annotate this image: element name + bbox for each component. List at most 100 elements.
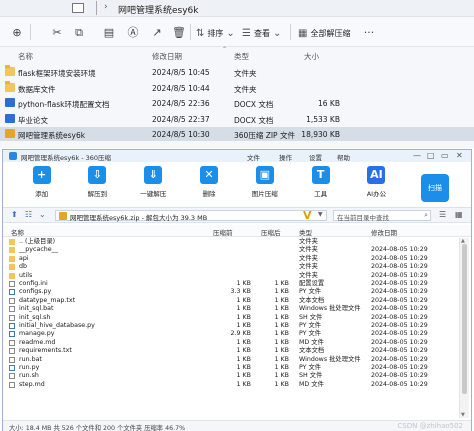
file-size: 16 KB [318,99,340,108]
scroll-down-icon[interactable]: ▼ [461,412,465,418]
ribbon-button-extract[interactable]: ⇩ 解压到 [77,166,117,206]
close-icon[interactable]: ✕ [456,151,463,160]
file-row[interactable]: 数据库文件 2024/8/5 10:44 文件夹 [0,80,474,95]
extract-all-button[interactable]: ▦ 全部解压缩 [298,26,350,40]
up-arrow-icon[interactable]: ⬆ [11,210,18,219]
zip-entry-row[interactable]: init_sql.bat 1 KB 1 KB Windows 批处理文件 2024-08… [3,305,459,313]
share-icon[interactable]: ↗ [150,26,164,40]
zip-entry-row[interactable]: requirements.txt 1 KB 1 KB 文本文档 2024-08-05 1… [3,347,459,355]
zip-entry-row[interactable]: run.py 1 KB 1 KB PY 文件 2024-08-05 10:29 [3,364,459,372]
file-icon [9,297,15,304]
file-type: 文件夹 [234,84,257,94]
address-text: 网吧管理系统esy6k.zip - 解包大小为 39.3 MB [70,214,208,222]
restore-icon[interactable]: ▭ [441,151,449,160]
more-icon[interactable]: ··· [362,26,376,40]
address-field[interactable]: 网吧管理系统esy6k.zip - 解包大小为 39.3 MB V ▼ [55,209,327,222]
entry-name: manage.py [19,330,55,338]
zip-entry-row[interactable]: db 文件夹 2024-08-05 10:29 [3,263,459,271]
zip-entry-row[interactable]: api 文件夹 2024-08-05 10:29 [3,255,459,263]
vertical-scrollbar[interactable]: ▲ ▼ [459,238,469,418]
view-label: 查看 [253,28,270,38]
column-date[interactable]: 修改日期 [152,51,182,62]
zip-entry-row[interactable]: run.bat 1 KB 1 KB Windows 批处理文件 2024-08-05 1… [3,356,459,364]
menu-operate[interactable]: 操作 [279,152,292,162]
column-modified[interactable]: 修改日期 [371,227,397,237]
menu-file[interactable]: 文件 [247,152,260,162]
scroll-thumb[interactable] [462,244,467,394]
search-field[interactable]: 在当前目录中查找 ⌕ [333,210,431,222]
ribbon-button-one-click-extract[interactable]: ⇓ 一键解压 [133,166,173,206]
entry-packed-size: 1 KB [274,305,289,313]
menu-settings[interactable]: 设置 [309,152,322,162]
zip-entry-row[interactable]: utils 文件夹 2024-08-05 10:29 [3,272,459,280]
file-row[interactable]: 网吧管理系统esy6k 2024/8/5 10:30 360压缩 ZIP 文件 18,… [0,127,474,141]
file-row[interactable]: python-flask环境配置文档 2024/8/5 22:36 DOCX 文档 1… [0,96,474,110]
menu-help[interactable]: 帮助 [337,152,350,162]
ribbon-button-image-compress[interactable]: ▣ 图片压缩 [245,166,285,206]
scan-button[interactable]: 扫描 [421,174,449,202]
cut-icon[interactable]: ✂ [50,26,64,40]
paste-icon[interactable]: ▤ [102,26,116,40]
entry-type: 文件夹 [299,246,318,254]
zip-entry-row[interactable]: config.ini 1 KB 1 KB 配置设置 2024-08-05 10:29 [3,280,459,288]
file-row[interactable]: 毕业论文 2024/8/5 22:37 DOCX 文档 1,533 KB [0,112,474,126]
entry-packed-size: 1 KB [274,364,289,371]
entry-date: 2024-08-05 10:29 [371,271,428,279]
zip-entry-row[interactable]: configs.py 3.3 KB 1 KB PY 文件 2024-08-05 10:2… [3,288,459,296]
ribbon-button-add[interactable]: + 添加 [22,166,62,206]
python-file-icon [9,323,15,329]
column-type[interactable]: 类型 [299,227,312,237]
column-compressed[interactable]: 压缩前 [213,227,233,237]
entry-packed-size: 1 KB [274,380,289,388]
ribbon-label: AI办公 [366,190,387,198]
verify-icon: V [303,209,312,222]
zip-entry-row[interactable]: datatype_map.txt 1 KB 1 KB 文本文档 2024-08-05 1… [3,297,459,305]
entry-date: 2024-08-05 10:29 [371,355,428,363]
column-name[interactable]: 名称 [11,227,24,237]
zip-entry-row[interactable]: run.sh 1 KB 1 KB SH 文件 2024-08-05 10:29 [3,372,459,380]
entry-date: 2024-08-05 10:29 [371,263,428,271]
folder-icon [9,255,15,262]
column-size[interactable]: 大小 [304,51,319,62]
zip-entry-row[interactable]: initial_hive_database.py 1 KB 1 KB PY 文件 202… [3,322,459,330]
copy-icon[interactable]: ⧉ [72,26,86,40]
rename-icon[interactable]: Ⓐ [126,26,140,40]
chevron-down-icon[interactable]: ▼ [318,211,323,218]
entry-name: run.py [19,364,40,371]
entry-type: Windows 批处理文件 [299,355,361,363]
delete-icon[interactable]: 🗑 [172,26,186,40]
list-view-icon[interactable]: ☰ [439,210,446,219]
ribbon-button-ai-office[interactable]: AI AI办公 [356,166,396,206]
entry-type: Windows 批处理文件 [299,305,361,313]
entry-name: init_sql.bat [19,305,54,313]
column-name[interactable]: 名称 [18,51,33,62]
minimize-icon[interactable]: — [413,151,421,160]
explorer-titlebar: › 网吧管理系统esy6k [0,0,474,17]
window-folder-icon [72,3,84,13]
entry-name: step.md [19,380,45,388]
file-row[interactable]: flask框架环境安装环境 2024/8/5 10:45 文件夹 [0,65,474,79]
zip-entry-row[interactable]: manage.py 2.9 KB 1 KB PY 文件 2024-08-05 10:29 [3,330,459,338]
chevron-right-icon[interactable]: › [104,2,108,12]
add-icon: + [32,166,51,184]
zip-entry-row[interactable]: .. (上级目录) 文件夹 [3,238,459,246]
zip-entry-row[interactable]: __pycache__ 文件夹 2024-08-05 10:29 [3,246,459,254]
chevron-down-icon[interactable]: ⌄ [39,210,46,219]
new-item-icon[interactable]: ⊕ [10,26,24,40]
ribbon-button-tools[interactable]: T 工具 [301,166,341,206]
search-icon[interactable]: ⌕ [424,211,428,220]
entry-name: initial_hive_database.py [19,322,95,329]
ribbon-button-delete[interactable]: ✕ 删除 [189,166,229,206]
folder-icon [5,65,15,76]
view-button[interactable]: ☰ 查看 ⌄ [242,26,281,40]
view-toggle-icon[interactable]: ☷ [25,210,32,219]
column-type[interactable]: 类型 [234,51,249,62]
column-packed[interactable]: 压缩后 [261,227,281,237]
zip-entry-row[interactable]: step.md 1 KB 1 KB MD 文件 2024-08-05 10:29 [3,381,459,389]
zip-entry-row[interactable]: init_sql.sh 1 KB 1 KB SH 文件 2024-08-05 10:29 [3,314,459,322]
maximize-icon[interactable]: □ [427,151,435,160]
file-name: 毕业论文 [18,115,48,125]
sort-button[interactable]: ⇅ 排序 ⌄ [196,26,235,40]
zip-entry-row[interactable]: readme.md 1 KB 1 KB MD 文件 2024-08-05 10:29 [3,339,459,347]
grid-view-icon[interactable]: ▦ [455,210,463,219]
